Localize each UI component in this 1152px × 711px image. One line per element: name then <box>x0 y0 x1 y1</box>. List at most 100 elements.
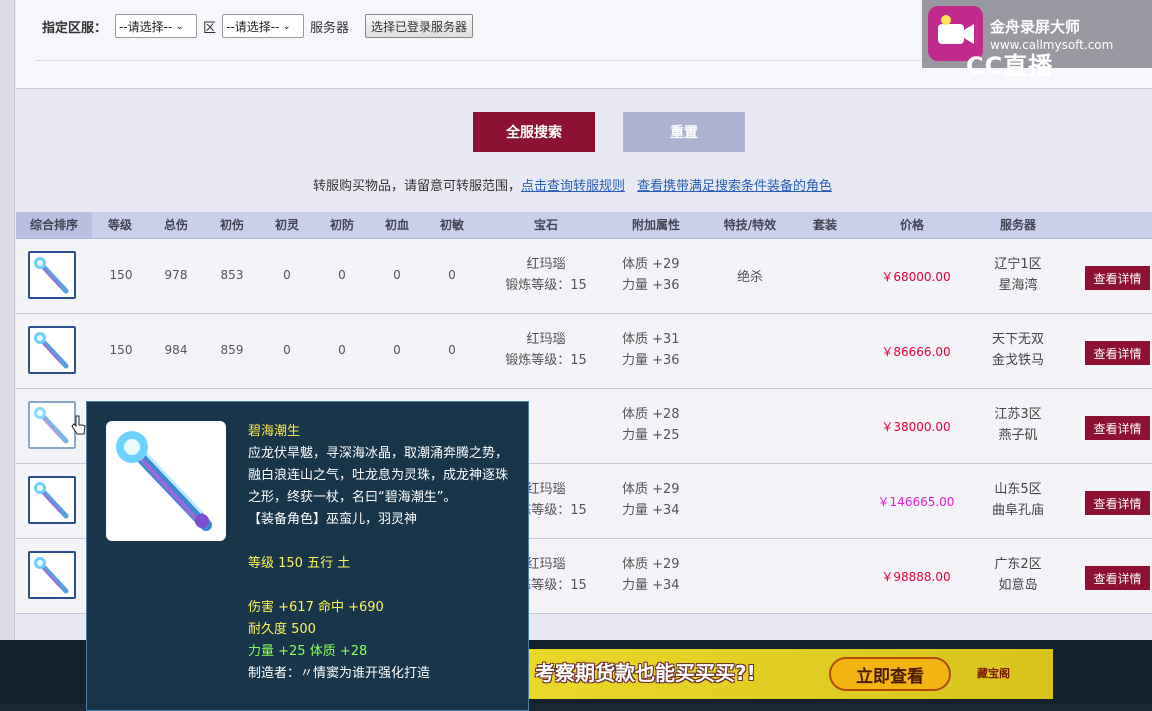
attr-line: 力量 +36 <box>622 278 680 293</box>
all-server-search-button[interactable]: 全服搜索 <box>473 112 595 152</box>
chevron-down-icon: ⌄ <box>175 20 184 32</box>
gem-name: 红玛瑙 <box>526 257 566 272</box>
view-details-button[interactable]: 查看详情 <box>1085 416 1150 440</box>
zone-label: 区 <box>203 20 217 36</box>
price-value: ￥68000.00 <box>881 270 951 284</box>
header-price[interactable]: 价格 <box>884 212 940 238</box>
left-strip <box>0 0 15 640</box>
staff-item-icon[interactable] <box>28 476 76 524</box>
zone-select[interactable]: --请选择-- ⌄ <box>115 14 198 38</box>
gem-info: 红玛瑙 锻炼等级：15 <box>486 329 606 371</box>
recorder-watermark: 金舟录屏大师 www.callmysoft.com CC直播 <box>922 0 1152 80</box>
server-zone: 广东2区 <box>994 557 1042 572</box>
attr-line: 体质 +29 <box>622 557 680 572</box>
init-damage-value: 853 <box>220 268 244 282</box>
table-row: 150 984 859 0 0 0 0 红玛瑙 锻炼等级：15 体质 +31 力量 … <box>16 314 1152 389</box>
hand-cursor-icon <box>71 415 86 435</box>
header-init-defense[interactable]: 初防 <box>314 212 370 238</box>
server-info: 山东5区曲阜孔庙 <box>978 479 1058 521</box>
header-extra-attr: 附加属性 <box>631 218 680 232</box>
item-image <box>106 421 226 541</box>
transfer-rules-link[interactable]: 点击查询转服规则 <box>521 179 625 194</box>
server-name: 如意岛 <box>998 578 1038 593</box>
reset-button[interactable]: 重置 <box>623 112 745 152</box>
item-maker: 制造者：〃情窦为谁开强化打造 <box>248 666 431 681</box>
view-details-button[interactable]: 查看详情 <box>1085 341 1150 365</box>
price-value: ￥86666.00 <box>881 345 951 359</box>
zone-select-value: --请选择-- <box>119 19 173 34</box>
item-description: 应龙伏旱魃，寻深海冰晶，取潮涌奔腾之势，融白浪连山之气，吐龙息为灵珠，成龙神逐珠… <box>248 446 509 505</box>
server-select-value: --请选择-- <box>226 19 280 34</box>
level-value: 150 <box>109 343 133 357</box>
attr-line: 体质 +28 <box>622 407 680 422</box>
watermark-title: 金舟录屏大师 <box>990 18 1081 36</box>
price-value: ￥146665.00 <box>877 495 955 509</box>
transfer-notice: 转服购买物品，请留意可转服范围，点击查询转服规则 查看携带满足搜索条件装备的角色 <box>313 175 832 194</box>
view-details-button[interactable]: 查看详情 <box>1085 266 1150 290</box>
header-level[interactable]: 等级 <box>94 212 146 238</box>
server-info: 江苏3区 燕子矶 <box>978 404 1058 446</box>
item-roles: 【装备角色】巫蛮儿，羽灵神 <box>248 512 418 527</box>
header-server: 服务器 <box>999 218 1036 232</box>
extra-attributes: 体质 +29 力量 +36 <box>622 254 706 296</box>
view-details-button[interactable]: 查看详情 <box>1085 566 1150 590</box>
watermark-cc-logo: CC直播 <box>966 52 1054 80</box>
item-level-element: 等级 150 五行 土 <box>248 556 351 571</box>
staff-item-icon[interactable] <box>28 251 76 299</box>
item-tooltip: 碧海潮生 应龙伏旱魃，寻深海冰晶，取潮涌奔腾之势，融白浪连山之气，吐龙息为灵珠，… <box>86 401 529 711</box>
server-label: 服务器 <box>310 20 350 36</box>
attr-line: 力量 +34 <box>622 503 680 518</box>
init-agility-value: 0 <box>448 343 456 357</box>
skill-value: 绝杀 <box>736 270 763 285</box>
sort-header-overall[interactable]: 综合排序 <box>16 212 92 238</box>
header-total-damage[interactable]: 总伤 <box>148 212 204 238</box>
ad-view-now-button[interactable]: 立即查看 <box>829 657 951 691</box>
header-init-hp[interactable]: 初血 <box>369 212 425 238</box>
staff-icon <box>116 431 212 531</box>
extra-attributes: 体质 +29 力量 +34 <box>622 479 706 521</box>
item-attributes: 力量 +25 体质 +28 <box>248 644 368 659</box>
header-init-damage[interactable]: 初伤 <box>204 212 260 238</box>
notice-text: 转服购买物品，请留意可转服范围， <box>313 179 522 194</box>
server-zone: 天下无双 <box>991 332 1044 347</box>
extra-attributes: 体质 +29 力量 +34 <box>622 554 706 596</box>
gem-info: 红玛瑙 锻炼等级：15 <box>486 254 606 296</box>
server-filter-label: 指定区服： <box>42 20 108 36</box>
server-select[interactable]: --请选择-- ⌄ <box>222 14 305 38</box>
ad-text: 考察期货款也能买买买?! <box>535 661 756 685</box>
table-header: 综合排序 等级 总伤 初伤 初灵 初防 初血 初敏 宝石 附加属性 特技/特效 … <box>16 212 1152 239</box>
price-value: ￥98888.00 <box>881 570 951 584</box>
server-zone: 山东5区 <box>994 482 1042 497</box>
header-init-agility[interactable]: 初敏 <box>424 212 480 238</box>
select-logged-server-button[interactable]: 选择已登录服务器 <box>365 14 474 38</box>
init-hp-value: 0 <box>393 343 401 357</box>
staff-item-icon[interactable] <box>28 401 76 449</box>
chevron-down-icon: ⌄ <box>282 20 291 32</box>
forge-level: 锻炼等级：15 <box>505 353 587 368</box>
server-name: 曲阜孔庙 <box>991 503 1044 518</box>
extra-attributes: 体质 +31 力量 +36 <box>622 329 706 371</box>
header-gem: 宝石 <box>533 218 558 232</box>
staff-item-icon[interactable] <box>28 326 76 374</box>
server-info: 天下无双 金戈铁马 <box>978 329 1058 371</box>
item-damage-hit: 伤害 +617 命中 +690 <box>248 600 384 615</box>
server-name: 燕子矶 <box>998 428 1038 443</box>
table-row: 150 978 853 0 0 0 0 红玛瑙 锻炼等级：15 体质 +29 力量 … <box>16 239 1152 314</box>
level-value: 150 <box>109 268 133 282</box>
matching-roles-link[interactable]: 查看携带满足搜索条件装备的角色 <box>637 179 832 194</box>
init-agility-value: 0 <box>448 268 456 282</box>
init-spirit-value: 0 <box>283 343 291 357</box>
attr-line: 体质 +29 <box>622 482 680 497</box>
view-details-button[interactable]: 查看详情 <box>1085 491 1150 515</box>
init-hp-value: 0 <box>393 268 401 282</box>
header-set: 套装 <box>812 218 837 232</box>
item-name: 碧海潮生 <box>248 424 301 439</box>
header-skill: 特技/特效 <box>723 218 777 232</box>
staff-item-icon[interactable] <box>28 551 76 599</box>
extra-attributes: 体质 +28 力量 +25 <box>622 404 706 446</box>
ad-logo: 藏宝阁 <box>977 667 1010 680</box>
attr-line: 力量 +34 <box>622 578 680 593</box>
init-defense-value: 0 <box>338 268 346 282</box>
header-init-spirit[interactable]: 初灵 <box>259 212 315 238</box>
ad-banner[interactable]: 考察期货款也能买买买?! 立即查看 藏宝阁 <box>529 649 1053 699</box>
